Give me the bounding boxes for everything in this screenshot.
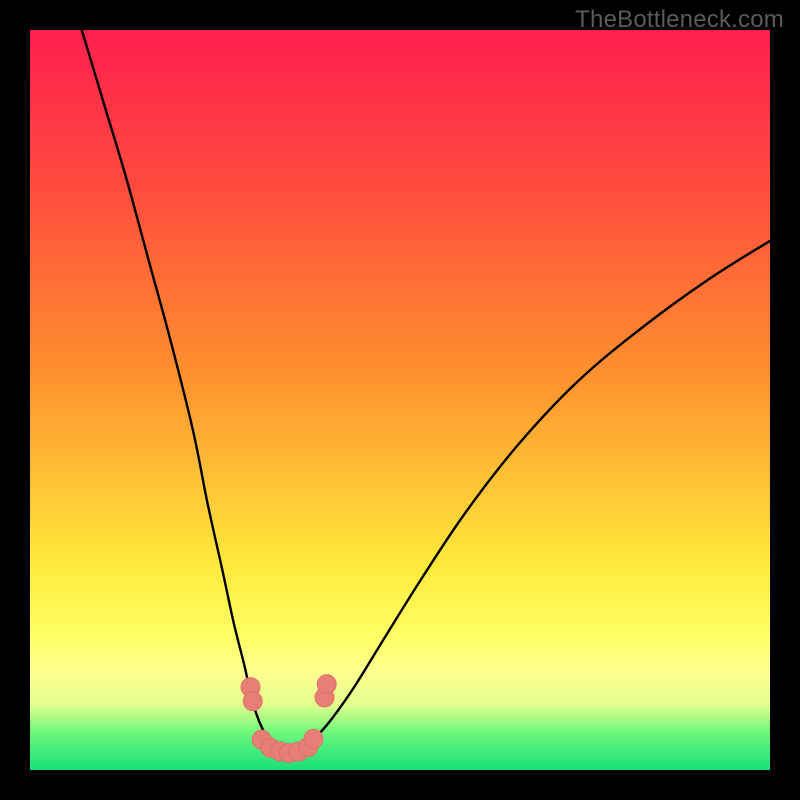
chart-frame: TheBottleneck.com: [0, 0, 800, 800]
curve-left-branch: [82, 30, 289, 752]
data-marker: [317, 675, 336, 694]
marker-group: [241, 675, 336, 763]
watermark-text: TheBottleneck.com: [575, 6, 784, 34]
plot-area: [30, 30, 770, 770]
data-marker: [243, 692, 262, 711]
data-marker: [304, 729, 323, 748]
curve-layer: [30, 30, 770, 770]
curve-right-branch: [289, 241, 770, 752]
